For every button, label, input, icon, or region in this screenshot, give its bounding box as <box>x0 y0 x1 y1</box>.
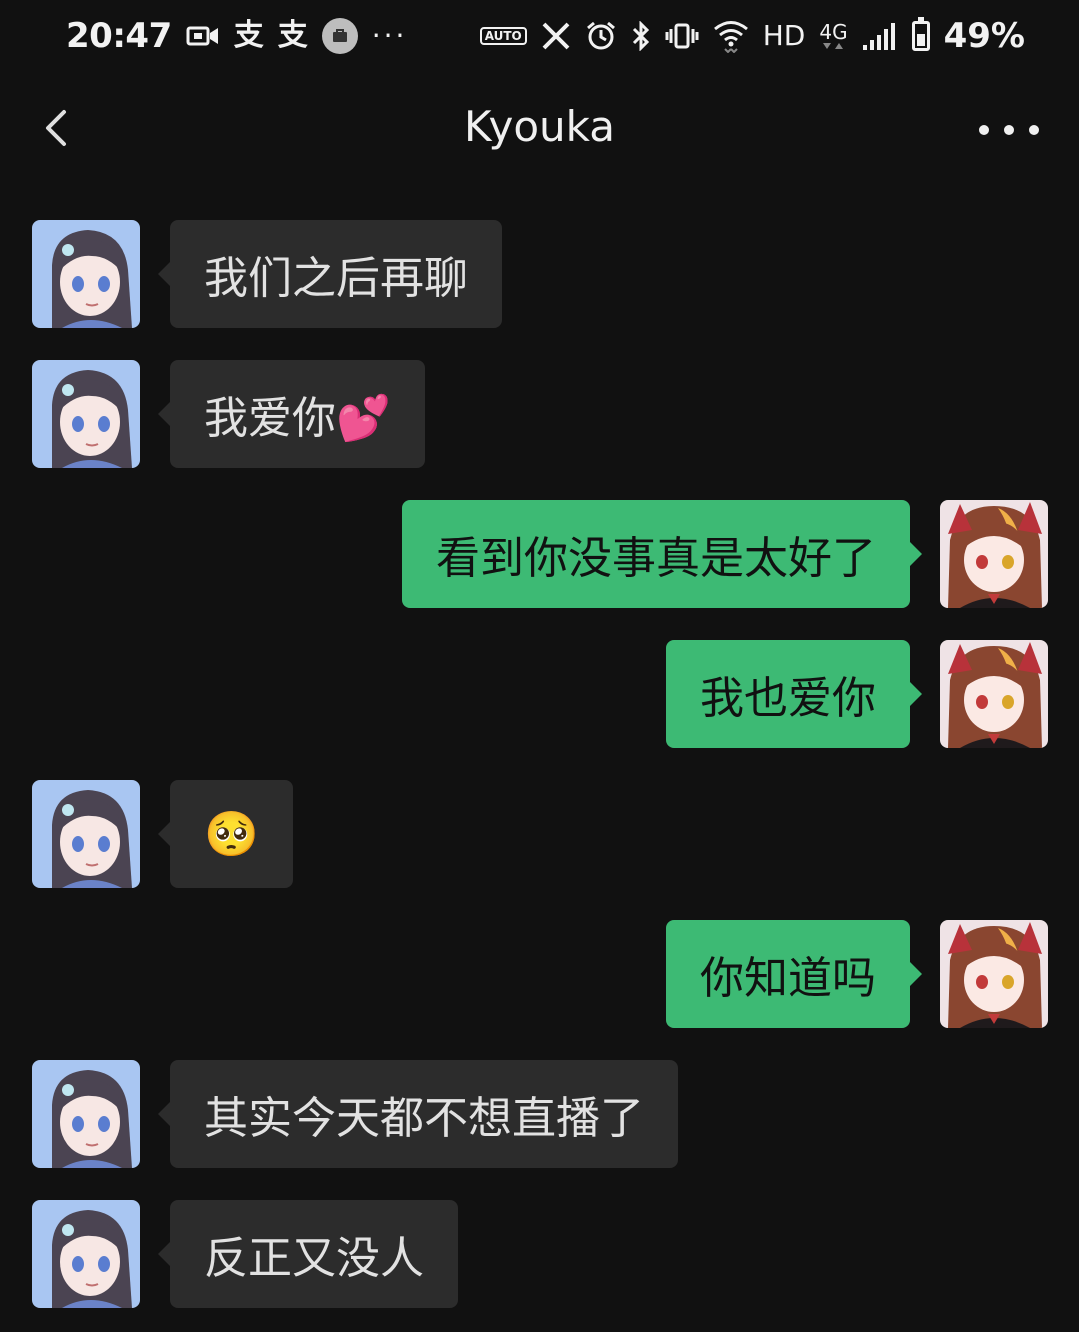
battery-percent: 49% <box>943 16 1025 56</box>
message-bubble[interactable]: 反正又没人 <box>158 1200 458 1308</box>
status-bar-left: 20:47 支 支 ··· <box>66 16 407 56</box>
signal-icon <box>862 21 898 51</box>
contact-avatar[interactable] <box>32 360 140 468</box>
status-time: 20:47 <box>66 16 172 56</box>
incoming-message: 我爱你💕 <box>0 360 1079 468</box>
refresh-rate-auto-icon: AUTO <box>479 27 527 45</box>
contact-avatar[interactable] <box>32 1060 140 1168</box>
incoming-message: 反正又没人 <box>0 1200 1079 1308</box>
vibrate-icon <box>665 22 699 50</box>
chat-title: Kyouka <box>464 102 615 151</box>
incoming-message: 🥺 <box>0 780 1079 888</box>
my-avatar[interactable] <box>940 500 1048 608</box>
more-dot-icon <box>1004 125 1014 135</box>
message-bubble[interactable]: 🥺 <box>158 780 293 888</box>
my-avatar[interactable] <box>940 920 1048 1028</box>
status-bar-right: AUTO HD 4G 49% <box>479 16 1025 56</box>
message-bubble[interactable]: 其实今天都不想直播了 <box>158 1060 678 1168</box>
incoming-message: 其实今天都不想直播了 <box>0 1060 1079 1168</box>
mail-notification-icon <box>321 18 358 54</box>
alipay-icon: 支 <box>277 18 308 53</box>
video-icon <box>186 24 220 48</box>
wifi-icon <box>713 19 749 53</box>
network-type-label: 4G <box>819 20 848 44</box>
chat-header: Kyouka <box>0 90 1079 170</box>
status-bar: 20:47 支 支 ··· AUTO HD 4G 49% <box>0 0 1079 72</box>
contact-avatar[interactable] <box>32 780 140 888</box>
message-bubble[interactable]: 我爱你💕 <box>158 360 425 468</box>
my-avatar[interactable] <box>940 640 1048 748</box>
alarm-icon <box>585 20 617 52</box>
outgoing-message: 我也爱你 <box>0 640 1079 748</box>
message-bubble[interactable]: 你知道吗 <box>666 920 922 1028</box>
battery-icon <box>911 17 930 51</box>
contact-avatar[interactable] <box>32 1200 140 1308</box>
outgoing-message: 你知道吗 <box>0 920 1079 1028</box>
outgoing-message: 看到你没事真是太好了 <box>0 500 1079 608</box>
more-options-button[interactable] <box>979 112 1039 148</box>
incoming-message: 我们之后再聊 <box>0 220 1079 328</box>
mobile-data-icon: 4G <box>819 20 848 50</box>
more-notifications-icon: ··· <box>371 19 408 52</box>
contact-avatar[interactable] <box>32 220 140 328</box>
battery-fill <box>916 34 925 46</box>
message-bubble[interactable]: 我也爱你 <box>666 640 922 748</box>
x-app-icon <box>541 22 571 50</box>
more-dot-icon <box>1029 125 1039 135</box>
bluetooth-icon <box>631 21 651 51</box>
message-bubble[interactable]: 看到你没事真是太好了 <box>402 500 922 608</box>
alipay-icon: 支 <box>233 18 264 53</box>
hd-voice-icon: HD <box>762 19 806 52</box>
more-dot-icon <box>979 125 989 135</box>
message-bubble[interactable]: 我们之后再聊 <box>158 220 502 328</box>
